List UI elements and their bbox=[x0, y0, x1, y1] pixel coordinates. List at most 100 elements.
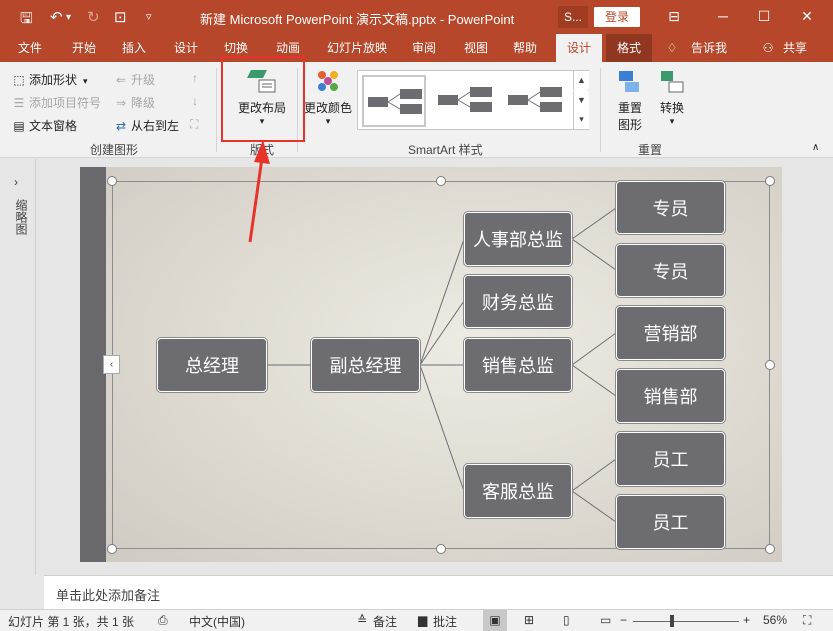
org-node-hr[interactable]: 人事部总监 bbox=[464, 212, 572, 266]
reading-view-icon[interactable]: ▯ bbox=[563, 613, 570, 627]
status-bar: 幻灯片 第 1 张，共 1 张 ⎙ 中文(中国) ≙ 备注 ▆ 批注 ▣ ⊞ ▯… bbox=[0, 609, 833, 631]
resize-handle[interactable] bbox=[765, 176, 775, 186]
resize-handle[interactable] bbox=[436, 176, 446, 186]
add-shape-button[interactable]: ⬚ 添加形状 ▾ bbox=[12, 71, 88, 88]
minimize-icon[interactable]: ─ bbox=[713, 6, 733, 26]
resize-handle[interactable] bbox=[436, 544, 446, 554]
group-label-reset: 重置 bbox=[638, 143, 663, 157]
org-node-service[interactable]: 客服总监 bbox=[464, 464, 572, 518]
right-to-left-button[interactable]: ⇄ 从右到左 bbox=[114, 117, 179, 134]
reset-graphic-button[interactable]: 重置 图形 bbox=[610, 68, 650, 133]
language-label[interactable]: 中文(中国) bbox=[189, 613, 245, 630]
text-pane-button[interactable]: ▤ 文本窗格 bbox=[12, 117, 77, 134]
smartart-styles-gallery[interactable] bbox=[357, 70, 589, 130]
arrow-left-icon: ⇐ bbox=[115, 73, 127, 87]
slideshow-icon[interactable]: ▭ bbox=[600, 613, 611, 627]
slide-counter: 幻灯片 第 1 张，共 1 张 bbox=[8, 615, 135, 629]
chevron-down-icon: ▾ bbox=[83, 76, 88, 86]
tab-view[interactable]: 视图 bbox=[454, 34, 498, 62]
zoom-slider-thumb[interactable] bbox=[670, 615, 674, 627]
tab-review[interactable]: 审阅 bbox=[402, 34, 446, 62]
group-label-layouts: 版式 bbox=[250, 143, 275, 157]
colors-icon bbox=[318, 71, 338, 91]
undo-dropdown-icon[interactable]: ▾ bbox=[66, 12, 71, 23]
resize-handle[interactable] bbox=[107, 176, 117, 186]
style-thumbnail[interactable] bbox=[434, 75, 498, 127]
tab-home[interactable]: 开始 bbox=[62, 34, 106, 62]
collapse-ribbon-icon[interactable]: ∧ bbox=[812, 142, 819, 153]
login-button[interactable]: 登录 bbox=[594, 7, 640, 27]
tab-file[interactable]: 文件 bbox=[8, 34, 52, 62]
thumbnail-pane: › 缩略图 bbox=[0, 159, 36, 575]
org-node-deputy[interactable]: 副总经理 bbox=[311, 338, 420, 392]
layout-org-icon: ⛶ bbox=[190, 117, 199, 131]
fit-slide-icon[interactable]: ⛶ bbox=[803, 613, 811, 628]
gallery-more-icon[interactable]: ▾ bbox=[573, 110, 589, 129]
tab-slideshow[interactable]: 幻灯片放映 bbox=[320, 34, 394, 62]
style-thumbnail[interactable] bbox=[504, 75, 568, 127]
style-thumbnail[interactable] bbox=[362, 75, 426, 127]
zoom-in-icon[interactable]: + bbox=[743, 613, 750, 627]
promote-button: ⇐ 升级 bbox=[115, 73, 156, 87]
expand-icon[interactable]: › bbox=[14, 175, 18, 189]
org-node-hr-staff[interactable]: 专员 bbox=[616, 244, 725, 297]
tab-design[interactable]: 设计 bbox=[164, 34, 208, 62]
org-node-service-staff[interactable]: 员工 bbox=[616, 432, 725, 486]
redo-icon: ↻ bbox=[87, 9, 100, 26]
share-button[interactable]: 共享 bbox=[778, 34, 812, 62]
ribbon: ⬚ 添加形状 ▾ ☰ 添加项目符号 ▤ 文本窗格 ⇐ 升级 ⇒ 降级 ⇄ 从右到左 ↑ ↓ ⛶… bbox=[0, 62, 833, 158]
tab-smartart-design[interactable]: 设计 bbox=[556, 34, 602, 62]
gallery-down-icon[interactable]: ▼ bbox=[573, 91, 589, 110]
maximize-icon[interactable]: ☐ bbox=[754, 6, 774, 26]
notes-pane[interactable]: 单击此处添加备注 bbox=[44, 575, 833, 609]
save-icon[interactable]: 🖫 bbox=[20, 8, 33, 33]
notes-placeholder: 单击此处添加备注 bbox=[56, 588, 161, 603]
change-colors-button[interactable]: 更改颜色 ▾ bbox=[302, 68, 354, 134]
customize-qat-icon[interactable]: ▿ bbox=[146, 10, 152, 23]
group-separator bbox=[600, 68, 601, 152]
present-icon[interactable]: ⊡ bbox=[114, 8, 127, 26]
zoom-level[interactable]: 56% bbox=[763, 613, 787, 627]
normal-view-icon[interactable]: ▣ bbox=[483, 610, 507, 631]
reset-icon bbox=[619, 71, 639, 92]
gallery-up-icon[interactable]: ▲ bbox=[573, 71, 589, 90]
title-bar: 🖫 ↶ ▾ ↻ ⊡ ▿ 新建 Microsoft PowerPoint 演示文稿… bbox=[0, 0, 833, 34]
slide-sorter-icon[interactable]: ⊞ bbox=[524, 613, 534, 627]
arrow-right-icon: ⇒ bbox=[115, 96, 127, 110]
tab-insert[interactable]: 插入 bbox=[112, 34, 156, 62]
zoom-slider[interactable] bbox=[633, 621, 739, 622]
undo-icon[interactable]: ↶ bbox=[50, 8, 63, 26]
tell-me[interactable]: 告诉我 bbox=[684, 34, 734, 62]
resize-handle[interactable] bbox=[765, 544, 775, 554]
org-node-service-staff[interactable]: 员工 bbox=[616, 495, 725, 549]
zoom-out-icon[interactable]: − bbox=[620, 613, 627, 627]
org-node-sales[interactable]: 销售总监 bbox=[464, 338, 572, 392]
highlight-box bbox=[221, 56, 305, 142]
group-label-styles: SmartArt 样式 bbox=[408, 143, 483, 157]
close-icon[interactable]: ✕ bbox=[797, 6, 817, 26]
ribbon-display-icon[interactable]: ⊟ bbox=[664, 6, 684, 26]
style-preview-icon bbox=[368, 89, 422, 114]
org-node-sales-dept[interactable]: 销售部 bbox=[616, 369, 725, 423]
search-tab[interactable]: S... bbox=[558, 6, 588, 28]
resize-handle[interactable] bbox=[765, 360, 775, 370]
resize-handle[interactable] bbox=[107, 544, 117, 554]
spellcheck-icon[interactable]: ⎙ bbox=[158, 613, 168, 628]
comments-toggle[interactable]: 批注 bbox=[433, 613, 457, 630]
demote-button: ⇒ 降级 bbox=[115, 96, 156, 110]
org-node-ceo[interactable]: 总经理 bbox=[157, 338, 267, 392]
chevron-down-icon: ▾ bbox=[325, 116, 331, 126]
chevron-down-icon: ▾ bbox=[669, 116, 675, 126]
notes-icon: ≙ bbox=[357, 613, 368, 627]
move-up-icon: ↑ bbox=[192, 71, 198, 85]
add-bullet-button: ☰ 添加项目符号 bbox=[13, 96, 102, 110]
notes-toggle[interactable]: 备注 bbox=[373, 613, 397, 630]
text-pane-toggle-icon[interactable]: ‹ bbox=[103, 355, 120, 374]
org-node-marketing[interactable]: 营销部 bbox=[616, 306, 725, 360]
org-node-finance[interactable]: 财务总监 bbox=[464, 275, 572, 328]
convert-button[interactable]: 转换 ▾ bbox=[654, 68, 690, 127]
tab-help[interactable]: 帮助 bbox=[503, 34, 547, 62]
style-preview-icon bbox=[508, 87, 562, 112]
org-node-hr-staff[interactable]: 专员 bbox=[616, 181, 725, 234]
tab-format[interactable]: 格式 bbox=[606, 34, 652, 62]
